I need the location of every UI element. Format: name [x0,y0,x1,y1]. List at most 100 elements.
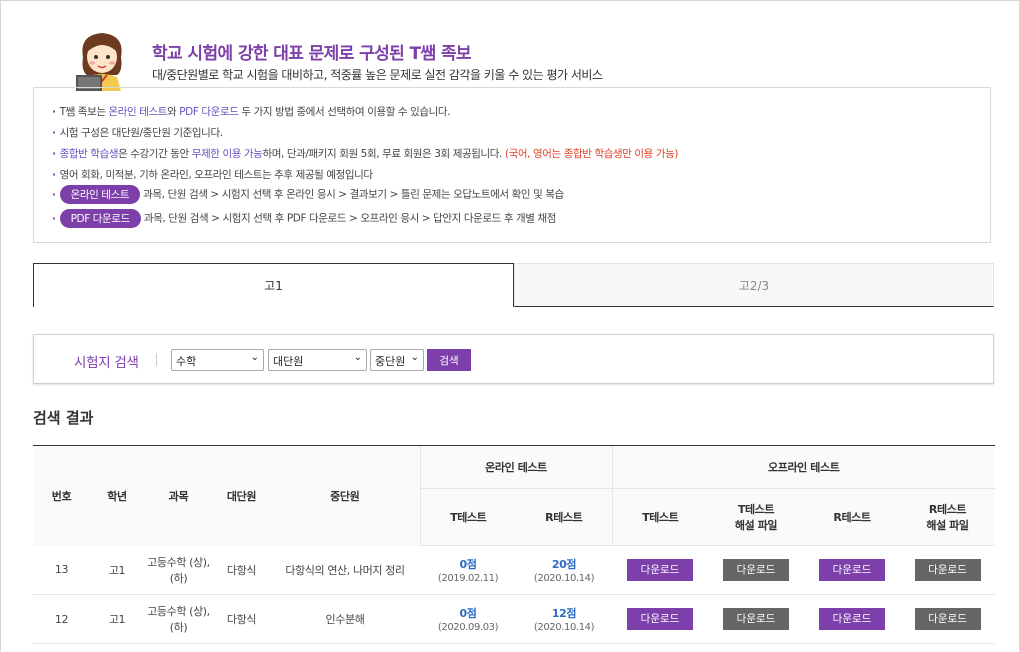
col-header-offline-r: R테스트 [804,488,900,546]
score-link[interactable]: 0점 [420,556,516,572]
subject-line: (하) [169,621,188,634]
info-text: 하며, 단과/패키지 회원 5회, 무료 회원은 3회 제공됩니다. [262,148,505,160]
cell-offline-t-solution: 다운로드 [708,594,804,644]
score-link[interactable]: 0점 [420,605,516,621]
download-button-t-solution[interactable]: 다운로드 [723,559,789,581]
info-text: 와 [167,106,180,118]
col-header-offline-t-solution: T테스트 해설 파일 [708,488,804,546]
download-button-r-solution[interactable]: 다운로드 [914,559,981,581]
teacher-mascot-icon [76,33,122,91]
cell-no: 12 [33,594,90,644]
col-header-offline: 오프라인 테스트 [611,445,995,489]
col-header-grade: 학년 [90,445,144,546]
table-row: 13 고1 고등수학 (상), (하) 다항식 다항식의 연산, 나머지 정리 … [33,545,995,595]
cell-offline-t: 다운로드 [612,545,708,595]
info-text: T쌤 족보는 [59,106,109,118]
subject-line: 고등수학 (상), [147,605,210,618]
info-text: 과목, 단원 검색 > 시험지 선택 후 온라인 응시 > 결과보기 > 틀린 … [143,188,564,201]
col-header-subject: 과목 [144,445,213,546]
online-test-highlight: 온라인 테스트 [108,106,168,118]
table-header-row: 번호 학년 과목 대단원 중단원 온라인 테스트 오프라인 테스트 [33,445,995,546]
info-line-5: · 온라인 테스트 과목, 단원 검색 > 시험지 선택 후 온라인 응시 > 결과… [52,185,564,204]
download-button-t-solution[interactable]: 다운로드 [723,608,789,630]
cell-grade: 고1 [90,545,144,595]
online-test-badge: 온라인 테스트 [59,185,141,204]
exam-search-bar: 시험지 검색 수학 ⌄ 대단원 ⌄ 중단원 ⌄ 검색 [33,334,994,384]
page-frame: 학교 시험에 강한 대표 문제로 구성된 T쌤 족보 대/중단원별로 학교 시험… [0,0,1020,651]
info-box: · T쌤 족보는 온라인 테스트와 PDF 다운로드 두 가지 방법 중에서 선택… [33,87,991,243]
cell-subject: 고등수학 (상), (하) [144,545,213,595]
cell-online-t[interactable]: 0점 (2019.02.11) [420,545,516,595]
cell-offline-r-solution: 다운로드 [900,545,995,595]
subject-line: (하) [169,571,188,585]
tab-label: 고1 [264,279,283,293]
header-line: 해설 파일 [734,519,778,532]
table-row: 12 고1 고등수학 (상), (하) 다항식 인수분해 0점 (2020.09… [33,594,995,644]
download-button-t-test[interactable]: 다운로드 [627,608,693,630]
unit-major-select-value: 대단원 [273,355,304,368]
header-line: T테스트 [737,503,775,516]
unit-minor-select-value: 중단원 [375,355,406,368]
info-text: 은 수강기간 동안 [118,148,192,160]
score-date: (2020.10.14) [533,622,595,633]
cell-online-r[interactable]: 20점 (2020.10.14) [516,545,612,595]
info-text: 과목, 단원 검색 > 시험지 선택 후 PDF 다운로드 > 오프라인 응시 … [143,212,557,225]
page-title: 학교 시험에 강한 대표 문제로 구성된 T쌤 족보 [152,44,472,64]
cell-online-r[interactable]: 12점 (2020.10.14) [516,594,612,644]
info-line-6: · PDF 다운로드 과목, 단원 검색 > 시험지 선택 후 PDF 다운로드 >… [52,209,556,228]
download-button-t-test[interactable]: 다운로드 [627,559,693,581]
header-line: 해설 파일 [926,519,969,532]
info-line-3: · 종합반 학습생은 수강기간 동안 무제한 이용 가능하며, 단과/패키지 회원… [52,148,679,160]
unit-major-select[interactable]: 대단원 ⌄ [268,349,367,371]
cell-online-t[interactable]: 0점 (2020.09.03) [420,594,516,644]
subject-select-value: 수학 [176,355,197,368]
cell-subject: 고등수학 (상), (하) [144,594,213,644]
col-header-no: 번호 [33,445,90,546]
cell-minor: 다항식의 연산, 나머지 정리 [270,545,420,595]
col-header-offline-r-solution: R테스트 해설 파일 [900,488,995,546]
tab-grade-1[interactable]: 고1 [33,263,514,307]
cell-offline-t: 다운로드 [612,594,708,644]
cell-grade: 고1 [90,594,144,644]
score-link[interactable]: 20점 [516,556,612,572]
info-line-4: · 영어 회화, 미적분, 기하 온라인, 오프라인 테스트는 추후 제공될 예정… [52,169,373,181]
search-label: 시험지 검색 [74,355,139,371]
info-line-2: · 시험 구성은 대단원/중단원 기준입니다. [52,127,223,139]
score-date: (2020.09.03) [437,622,499,633]
tab-grade-2-3[interactable]: 고2/3 [514,263,994,307]
score-link[interactable]: 12점 [516,605,612,621]
download-button-r-test[interactable]: 다운로드 [819,608,885,630]
score-date: (2020.10.14) [533,573,595,584]
header-line: R테스트 [928,503,967,516]
cell-no: 13 [33,545,90,595]
chevron-down-icon: ⌄ [353,352,362,363]
cell-minor: 인수분해 [270,594,420,644]
page-subtitle: 대/중단원별로 학교 시험을 대비하고, 적중률 높은 문제로 실전 감각을 키… [152,68,603,82]
score-date: (2019.02.11) [437,573,499,584]
info-text: 영어 회화, 미적분, 기하 온라인, 오프라인 테스트는 추후 제공될 예정입… [59,169,373,181]
download-button-r-solution[interactable]: 다운로드 [914,608,981,630]
col-header-offline-t: T테스트 [611,488,708,546]
unlimited-highlight: 무제한 이용 가능 [191,148,263,160]
chevron-down-icon: ⌄ [250,352,259,363]
info-text: 시험 구성은 대단원/중단원 기준입니다. [59,127,223,139]
unit-minor-select[interactable]: 중단원 ⌄ [370,349,424,371]
pdf-download-highlight: PDF 다운로드 [179,106,239,118]
cell-offline-r: 다운로드 [804,594,900,644]
col-header-online-r: R테스트 [516,488,612,546]
divider [156,353,157,366]
pdf-download-badge: PDF 다운로드 [59,209,141,228]
download-button-r-test[interactable]: 다운로드 [819,559,885,581]
results-title: 검색 결과 [33,409,94,427]
subject-select[interactable]: 수학 ⌄ [171,349,264,371]
notice-highlight: (국어, 영어는 종합반 학습생만 이용 가능) [504,148,679,160]
cell-offline-r-solution: 다운로드 [900,594,995,644]
cell-offline-r: 다운로드 [804,545,900,595]
cell-major: 다항식 [213,545,270,595]
cell-offline-t-solution: 다운로드 [708,545,804,595]
col-header-minor: 중단원 [270,445,420,546]
col-header-major: 대단원 [213,445,270,546]
info-text: 두 가지 방법 중에서 선택하여 이용할 수 있습니다. [238,106,451,118]
col-header-online: 온라인 테스트 [419,445,612,489]
search-button[interactable]: 검색 [427,349,471,371]
